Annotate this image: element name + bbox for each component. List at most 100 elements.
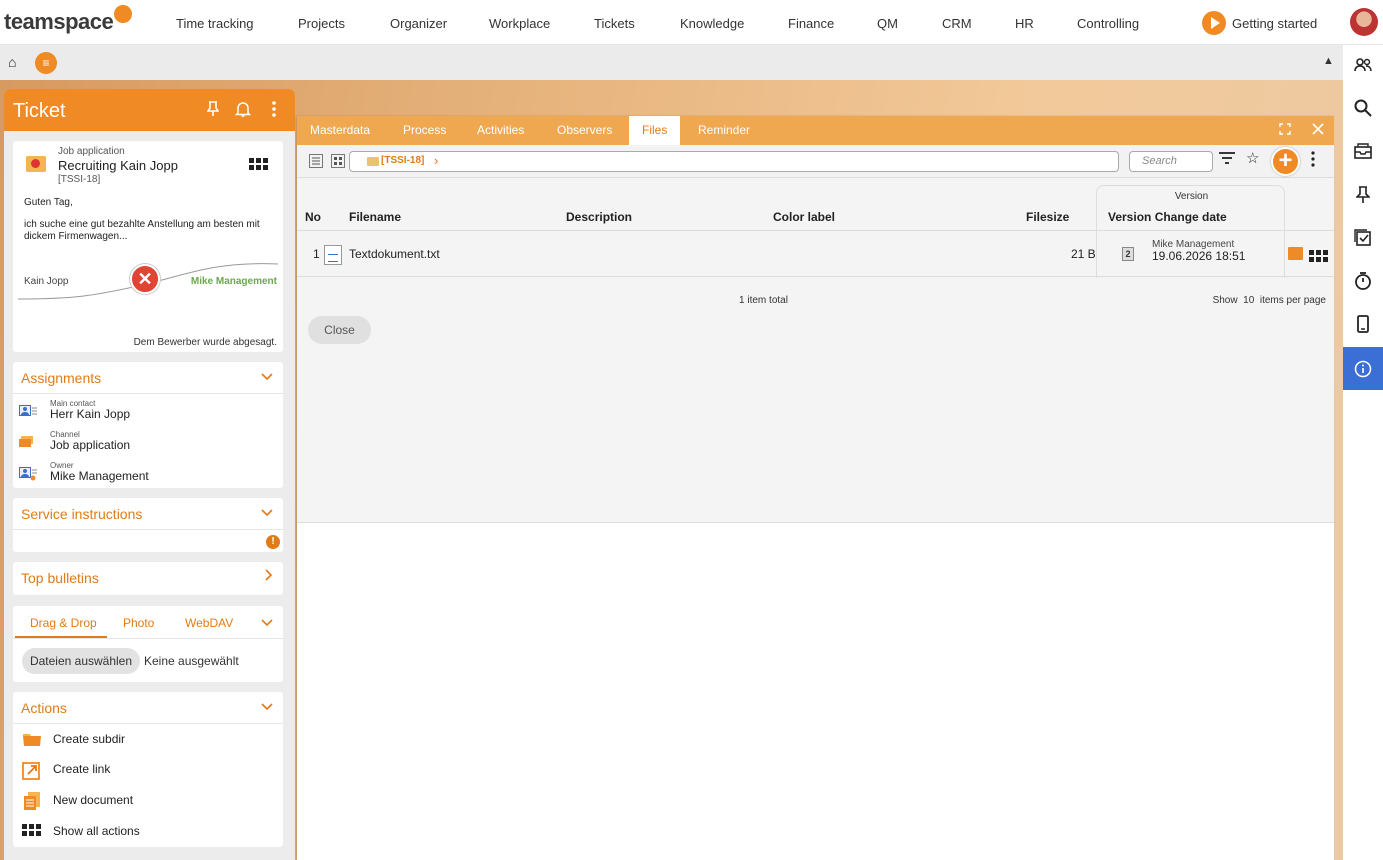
close-icon[interactable]	[1312, 122, 1324, 138]
add-button[interactable]: +	[1271, 147, 1300, 176]
star-icon[interactable]: ☆	[1246, 149, 1259, 167]
pin-icon[interactable]	[206, 101, 220, 121]
top-bulletins-header[interactable]: Top bulletins	[13, 562, 283, 594]
pager-per-page-label: items per page	[1259, 295, 1326, 306]
action-label: Create link	[53, 762, 111, 776]
nav-organizer[interactable]: Organizer	[390, 16, 447, 31]
files-window: Masterdata Process Activities Observers …	[297, 116, 1334, 860]
path-segment[interactable]: [TSSI-18]	[381, 155, 424, 166]
actions-header[interactable]: Actions	[13, 692, 283, 724]
open-folder-icon[interactable]	[1288, 247, 1303, 260]
chevron-down-icon[interactable]	[261, 369, 273, 384]
pager-total: 1 item total	[739, 295, 788, 306]
no-file-selected: Keine ausgewählt	[144, 654, 239, 668]
tab-drag-drop[interactable]: Drag & Drop	[30, 616, 97, 630]
user-avatar[interactable]	[1350, 8, 1378, 36]
ticket-name: Recruiting Kain Jopp	[58, 158, 178, 173]
rejected-icon: ✕	[130, 264, 160, 294]
close-button[interactable]: Close	[308, 316, 371, 344]
tab-observers[interactable]: Observers	[544, 116, 625, 145]
chevron-down-icon[interactable]	[261, 615, 273, 630]
cell-filename[interactable]: Textdokument.txt	[349, 247, 440, 261]
chevron-down-icon[interactable]	[261, 699, 273, 714]
top-bulletins-section[interactable]: Top bulletins	[13, 562, 283, 595]
assignments-title: Assignments	[21, 370, 102, 386]
tab-photo[interactable]: Photo	[123, 616, 154, 630]
info-icon[interactable]	[1343, 347, 1383, 390]
pager-count[interactable]: 10	[1243, 295, 1254, 306]
stopwatch-icon[interactable]	[1343, 261, 1383, 301]
mobile-icon[interactable]	[1343, 304, 1383, 344]
contacts-icon[interactable]	[1343, 45, 1383, 85]
logo[interactable]: teamspace	[4, 5, 133, 35]
filter-icon[interactable]	[1218, 151, 1236, 169]
assignment-value: Mike Management	[50, 469, 149, 483]
maximize-icon[interactable]	[1279, 122, 1291, 138]
tab-webdav[interactable]: WebDAV	[185, 616, 233, 630]
nav-qm[interactable]: QM	[877, 16, 898, 31]
service-instructions-header[interactable]: Service instructions	[13, 498, 283, 530]
version-badge[interactable]: 2	[1122, 247, 1134, 261]
more-vertical-icon[interactable]	[271, 101, 277, 121]
nav-hr[interactable]: HR	[1015, 16, 1034, 31]
pin-icon[interactable]	[1343, 175, 1383, 215]
choose-files-button[interactable]: Dateien auswählen	[22, 648, 140, 674]
chevron-down-icon[interactable]	[261, 505, 273, 520]
nav-knowledge[interactable]: Knowledge	[680, 16, 744, 31]
nav-crm[interactable]: CRM	[942, 16, 972, 31]
nav-time-tracking[interactable]: Time tracking	[176, 16, 254, 31]
top-nav: teamspace Time tracking Projects Organiz…	[0, 0, 1383, 45]
col-filesize[interactable]: Filesize	[1026, 210, 1069, 224]
table-row[interactable]: 1 Textdokument.txt 21 B 2 Mike Managemen…	[297, 230, 1334, 277]
tab-process[interactable]: Process	[390, 116, 459, 145]
warning-icon: !	[266, 535, 280, 549]
inbox-icon[interactable]	[1343, 131, 1383, 171]
col-color-label[interactable]: Color label	[773, 210, 835, 224]
col-filename[interactable]: Filename	[349, 210, 401, 224]
tab-activities[interactable]: Activities	[464, 116, 537, 145]
pager-show-label: Show	[1212, 295, 1238, 306]
row-menu-icon[interactable]	[1309, 250, 1328, 262]
nav-workplace[interactable]: Workplace	[489, 16, 550, 31]
ticket-header: Ticket	[4, 89, 295, 131]
col-version-change-date[interactable]: Version Change date	[1108, 210, 1227, 224]
action-create-subdir[interactable]: Create subdir	[22, 728, 272, 752]
folder-icon	[367, 157, 379, 166]
right-sidebar	[1343, 45, 1383, 860]
search-input[interactable]: Search	[1129, 151, 1213, 172]
bell-icon[interactable]	[234, 101, 252, 121]
task-check-icon[interactable]	[1343, 218, 1383, 258]
path-breadcrumb[interactable]: [TSSI-18] ›	[349, 151, 1119, 172]
col-description[interactable]: Description	[566, 210, 632, 224]
list-view-icon[interactable]	[309, 154, 323, 168]
search-icon[interactable]	[1343, 88, 1383, 128]
more-vertical-icon[interactable]	[1311, 151, 1315, 171]
nav-finance[interactable]: Finance	[788, 16, 834, 31]
action-show-all[interactable]: Show all actions	[22, 820, 272, 844]
assignments-section: Assignments Main contact Herr Kain Jopp …	[13, 362, 283, 488]
action-new-document[interactable]: New document	[22, 789, 272, 813]
action-label: Create subdir	[53, 732, 126, 746]
tile-view-icon[interactable]	[331, 154, 345, 168]
home-icon[interactable]: ⌂	[8, 54, 16, 70]
tab-masterdata[interactable]: Masterdata	[297, 116, 383, 145]
col-no[interactable]: No	[305, 210, 321, 224]
tab-files[interactable]: Files	[629, 116, 681, 145]
nav-projects[interactable]: Projects	[298, 16, 345, 31]
files-content: Version No Filename Description Color la…	[297, 178, 1334, 523]
assignment-value: Job application	[50, 438, 131, 452]
action-create-link[interactable]: Create link	[22, 758, 272, 782]
ticket-title: Ticket	[13, 100, 66, 122]
triangle-up-icon[interactable]: ▲	[1323, 55, 1334, 67]
menu-icon[interactable]: ≡	[35, 52, 57, 74]
pager-page-size: Show 10 items per page	[1213, 295, 1326, 306]
grid-menu-icon[interactable]	[249, 158, 268, 170]
assignments-header[interactable]: Assignments	[13, 362, 283, 394]
nav-controlling[interactable]: Controlling	[1077, 16, 1139, 31]
chevron-right-icon[interactable]	[265, 569, 273, 584]
tab-reminder[interactable]: Reminder	[685, 116, 763, 145]
process-from: Kain Jopp	[24, 276, 69, 287]
grid-icon	[22, 824, 41, 836]
getting-started-button[interactable]: Getting started	[1202, 11, 1317, 35]
nav-tickets[interactable]: Tickets	[594, 16, 635, 31]
